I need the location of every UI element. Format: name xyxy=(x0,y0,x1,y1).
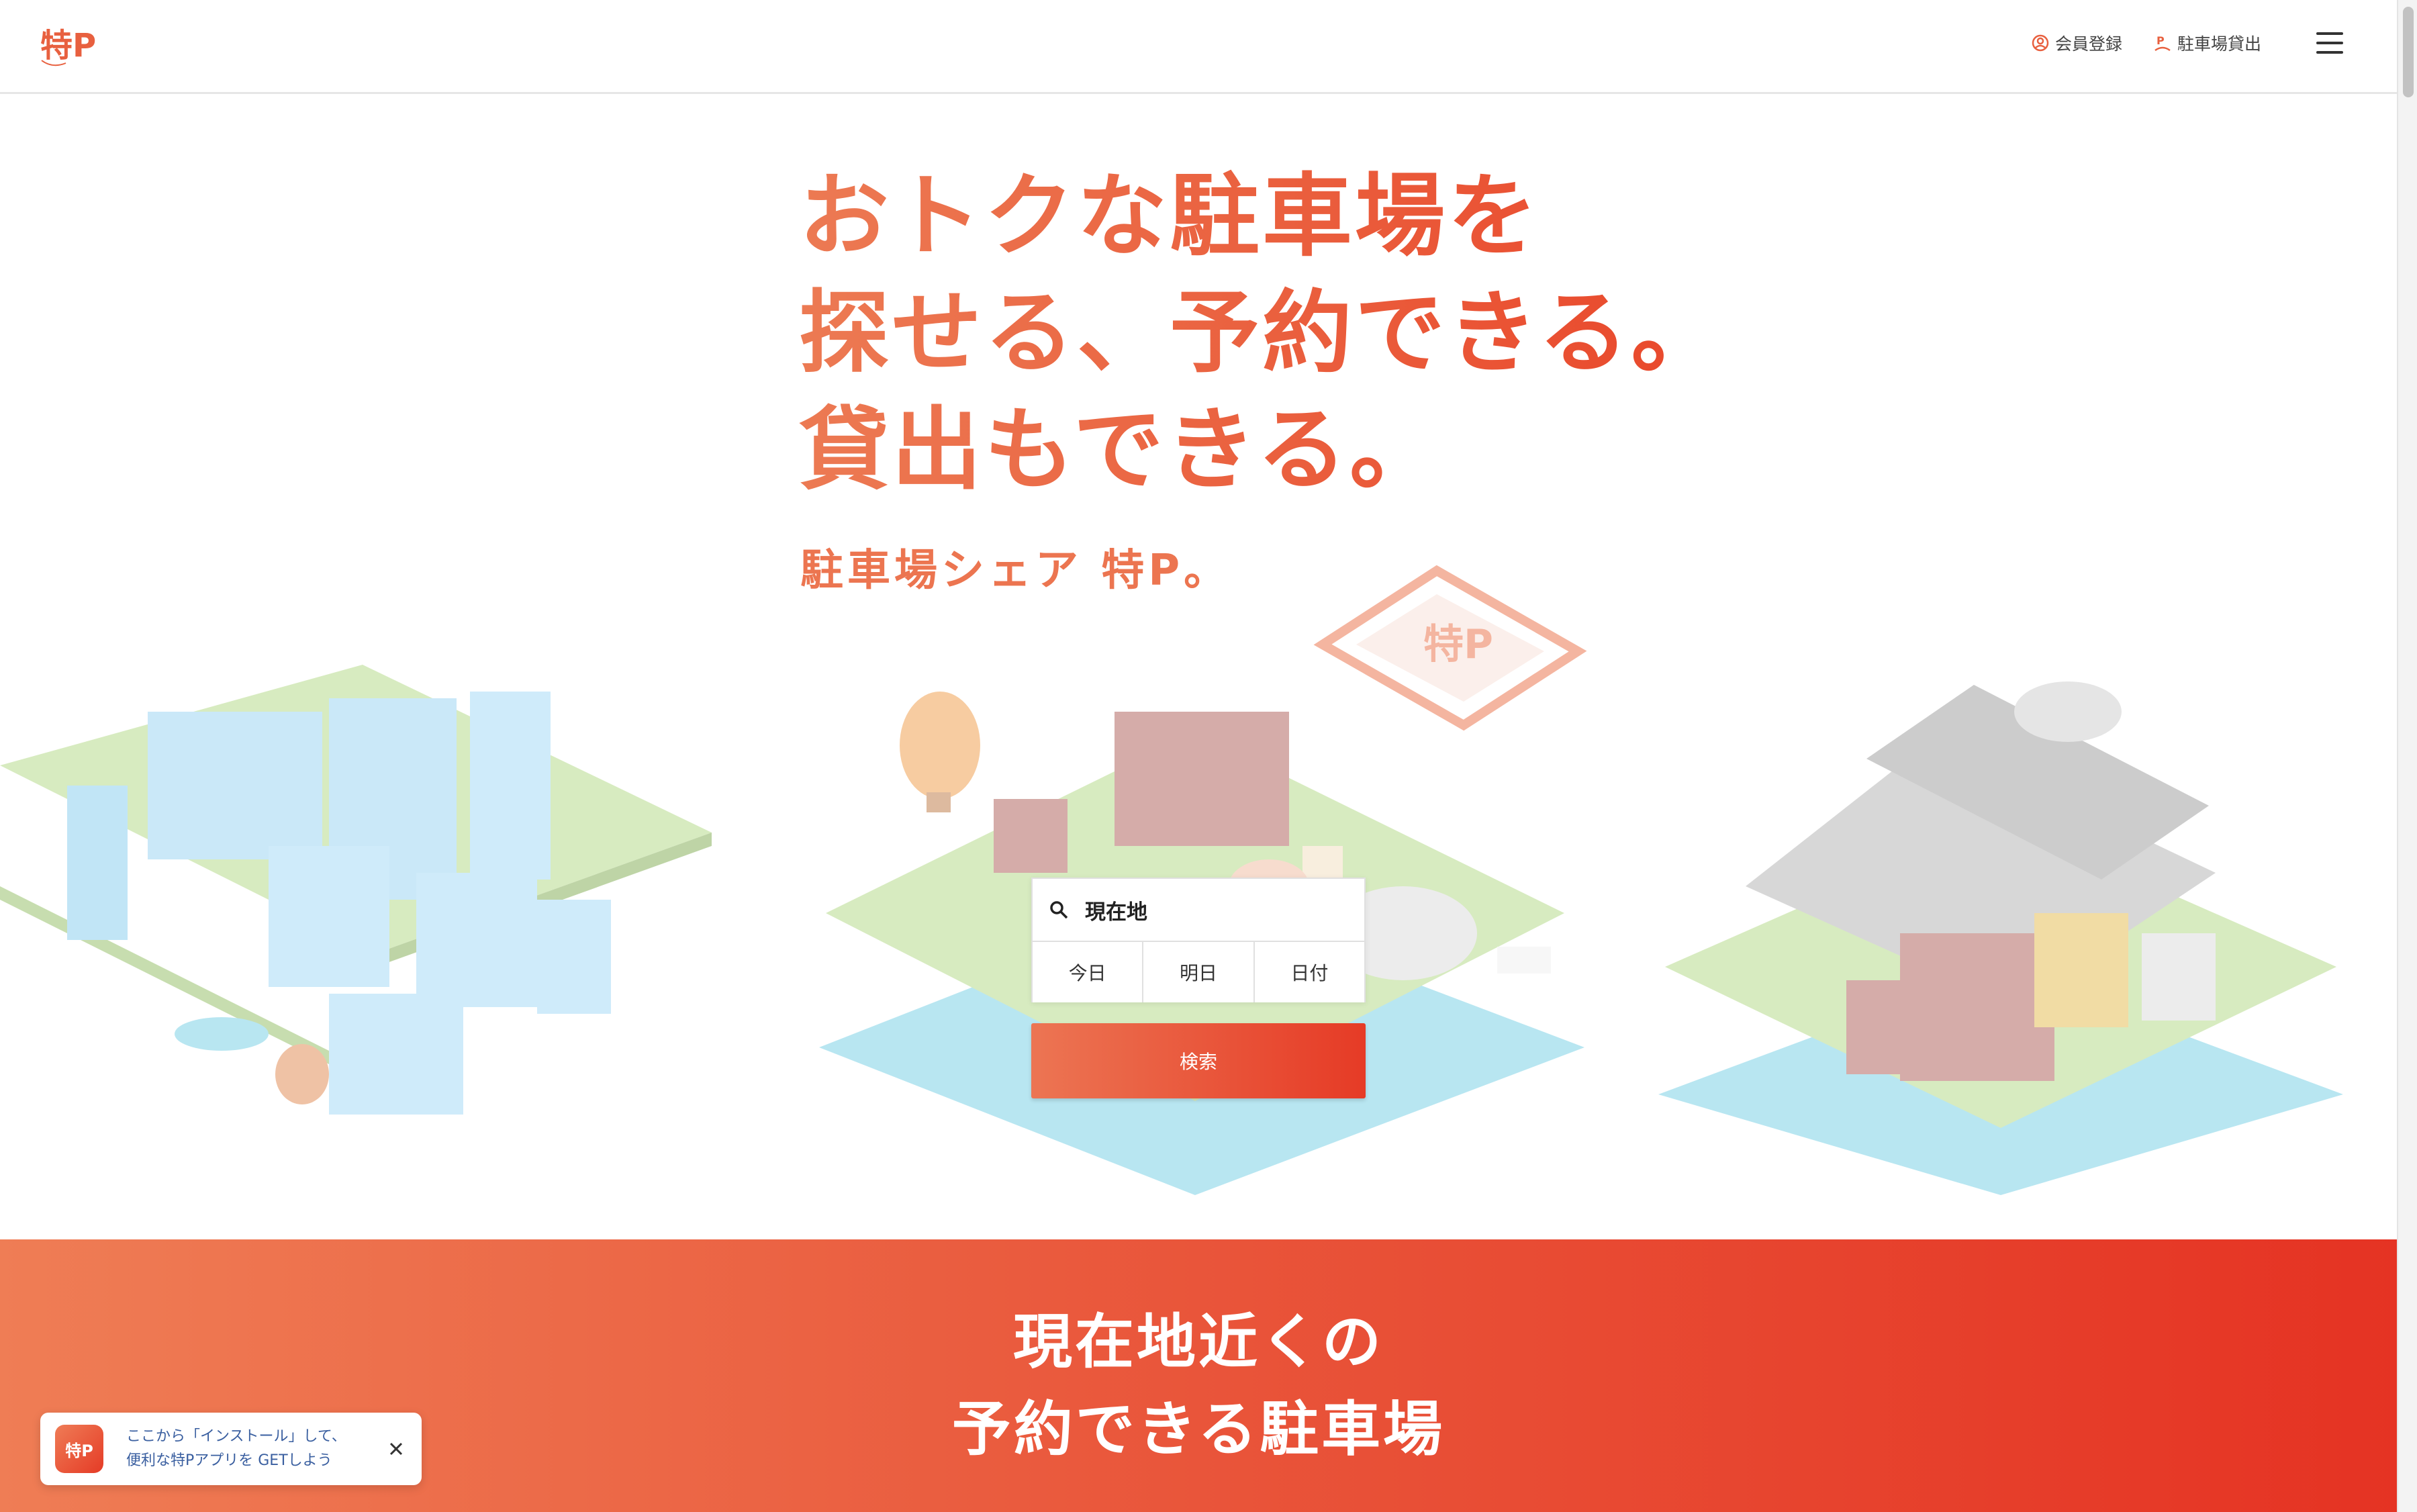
register-label: 会員登録 xyxy=(2054,34,2122,54)
svg-text:特P: 特P xyxy=(40,27,96,64)
hero-line: 探せる、予約できる。 xyxy=(799,275,1721,391)
search-submit-button[interactable]: 検索 xyxy=(1031,1023,1366,1098)
date-selector: 今日 明日 日付 xyxy=(1033,942,1364,1002)
parking-person-icon: P xyxy=(2154,34,2171,52)
city-illustration: 特P xyxy=(0,565,2343,1195)
date-tomorrow-button[interactable]: 明日 xyxy=(1143,942,1255,1002)
app-banner-line: 便利な特Pアプリを GETしよう xyxy=(126,1452,332,1469)
page-scrollbar[interactable] xyxy=(2397,0,2417,1512)
nearby-title-line: 現在地近くの xyxy=(1012,1307,1384,1376)
svg-text:P: P xyxy=(2157,34,2165,47)
logo-tokup[interactable]: 特P xyxy=(39,21,106,70)
user-circle-icon xyxy=(2032,34,2049,52)
app-icon[interactable]: 特P xyxy=(55,1425,103,1473)
app-banner-line: ここから「インストール」して、 xyxy=(126,1428,346,1445)
parking-tile-graphic: 特P xyxy=(1313,565,1587,731)
hero-title: おトクな駐車場を 探せる、予約できる。 貸出もできる。 xyxy=(799,158,1721,508)
register-link[interactable]: 会員登録 xyxy=(2031,31,2122,55)
right-city-island xyxy=(1658,681,2343,1195)
date-today-button[interactable]: 今日 xyxy=(1033,942,1144,1002)
app-banner-text[interactable]: ここから「インストール」して、 便利な特Pアプリを GETしよう xyxy=(126,1425,346,1473)
search-icon xyxy=(1050,901,1068,919)
lend-parking-link[interactable]: P 駐車場貸出 xyxy=(2153,31,2261,55)
lend-parking-label: 駐車場貸出 xyxy=(2177,34,2261,54)
hero-line: おトクな駐車場を xyxy=(799,158,1672,275)
date-pick-button[interactable]: 日付 xyxy=(1254,942,1364,1002)
close-icon[interactable] xyxy=(385,1438,407,1460)
hero-line: 貸出もできる。 xyxy=(799,391,1672,508)
app-install-banner[interactable]: 特P ここから「インストール」して、 便利な特Pアプリを GETしよう xyxy=(40,1413,422,1485)
header-nav: 会員登録 P 駐車場貸出 xyxy=(2031,31,2343,55)
location-input[interactable] xyxy=(1084,897,1339,923)
location-search-row[interactable] xyxy=(1033,879,1364,942)
svg-text:特P: 特P xyxy=(1423,621,1493,668)
hamburger-menu-icon[interactable] xyxy=(2316,32,2343,54)
scrollbar-thumb[interactable] xyxy=(2403,7,2414,97)
parking-search-box: 今日 明日 日付 xyxy=(1031,878,1366,1002)
site-header: 特P 会員登録 P 駐車場貸出 xyxy=(0,0,2397,94)
left-city-island xyxy=(0,665,712,1115)
